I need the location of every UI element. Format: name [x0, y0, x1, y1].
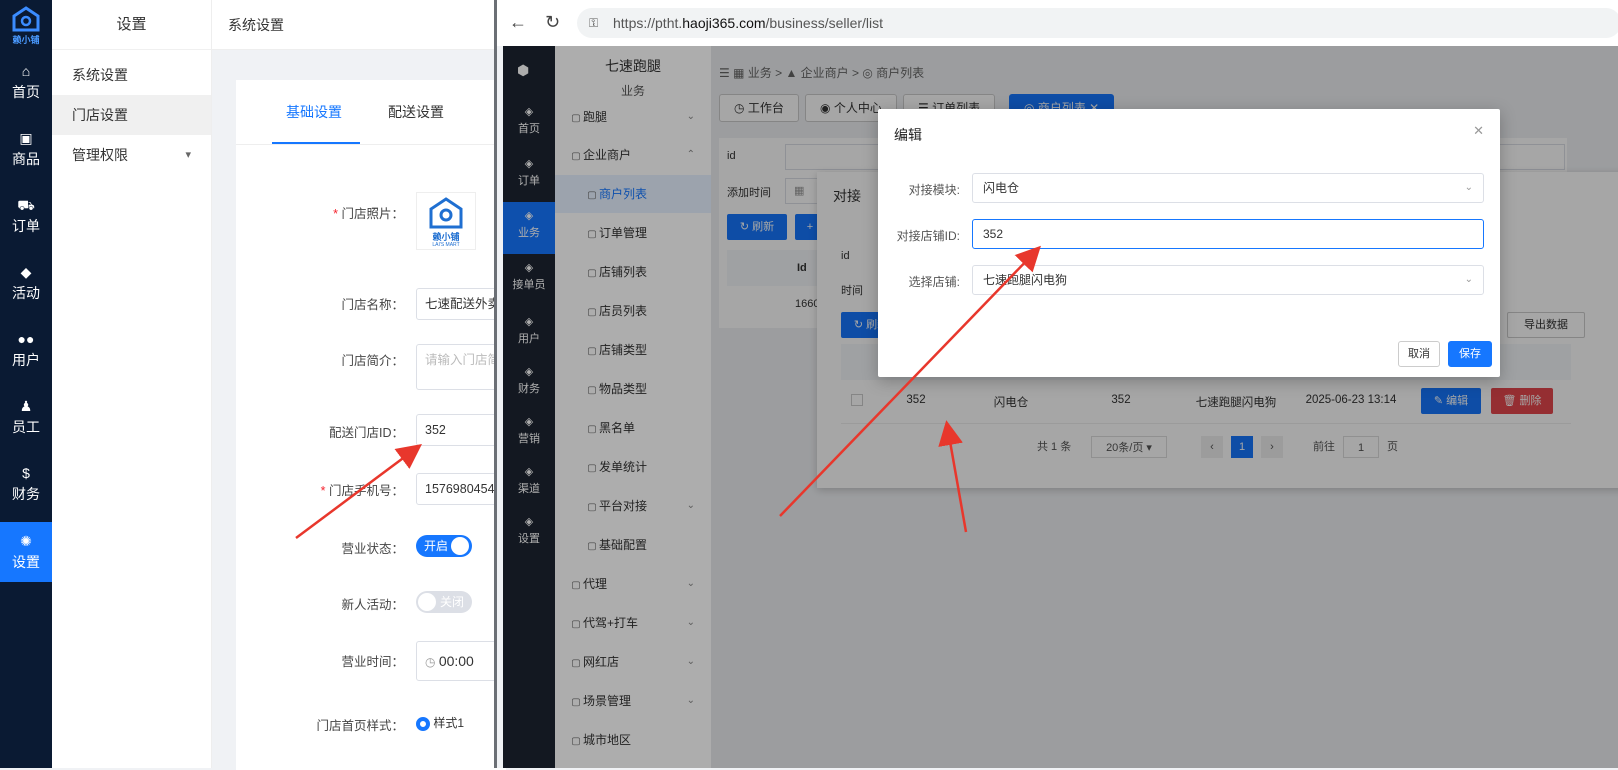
logo-icon — [429, 197, 463, 229]
store-intro-input[interactable]: 请输入门店简介 — [416, 344, 506, 390]
rail-finance[interactable]: $ 财务 — [0, 464, 52, 526]
settings-subnav: 设置 系统设置 门店设置 管理权限 ▾ — [52, 0, 212, 768]
rail-label: 员工 — [12, 419, 40, 435]
menu-overlay — [503, 46, 711, 768]
photo-logo-sub: LAI'S MART — [432, 242, 460, 248]
rail-label: 活动 — [12, 285, 40, 301]
cancel-button[interactable]: 取消 — [1398, 341, 1440, 367]
style-radio-1[interactable]: 样式1 — [416, 714, 464, 731]
store-select[interactable]: 七速跑腿闪电狗 ⌄ — [972, 265, 1484, 295]
delivery-id-label: 配送门店ID： — [328, 426, 404, 440]
brand-logo: 赖小铺 — [6, 6, 46, 46]
chevron-down-icon: ⌄ — [1464, 182, 1473, 193]
tabs: 基础设置 配送设置 — [236, 80, 506, 145]
style-label: 门店首页样式： — [316, 719, 404, 733]
home-icon: ⌂ — [21, 63, 31, 79]
toggle-knob — [418, 593, 436, 611]
save-button[interactable]: 保存 — [1448, 341, 1492, 367]
cart-icon: ⛟ — [17, 197, 35, 213]
store-phone-input[interactable]: 15769804541 — [416, 473, 506, 505]
status-label: 营业状态： — [341, 542, 404, 556]
rail-staff[interactable]: ♟ 员工 — [0, 397, 52, 459]
rail-label: 用户 — [12, 352, 40, 368]
rail-label: 设置 — [12, 554, 40, 570]
rail-label: 商品 — [12, 151, 40, 167]
newcomer-activity-toggle[interactable]: 关闭 — [416, 591, 472, 613]
url-domain: haoji365.com — [682, 15, 766, 31]
main-rail: 赖小铺 ⌂ 首页 ▣ 商品 ⛟ 订单 ◆ 活动 ●● 用户 ♟ 员工 $ 财务 ✺ 设置 — [0, 0, 52, 768]
radio-label: 样式1 — [433, 716, 465, 730]
page-title: 系统设置 — [212, 0, 502, 50]
toggle-text: 关闭 — [440, 595, 465, 609]
url-path: /business/seller/list — [765, 15, 884, 31]
store-name-input[interactable]: 七速配送外卖 — [416, 288, 506, 320]
delivery-store-id-input[interactable]: 352 — [416, 414, 506, 446]
chevron-down-icon: ⌄ — [1464, 274, 1473, 285]
rail-users[interactable]: ●● 用户 — [0, 330, 52, 392]
reload-icon[interactable]: ↻ — [545, 12, 560, 33]
photo-label: * 门店照片： — [333, 207, 404, 221]
edit-modal: 编辑 ✕ 对接模块: 闪电仓 ⌄ 对接店铺ID: 352 选择店铺: 七速跑腿闪电… — [878, 109, 1500, 377]
person-icon: ♟ — [19, 398, 33, 414]
shop-bag-icon: ▣ — [19, 130, 33, 146]
logo-icon — [12, 6, 40, 32]
subnav-item-permissions[interactable]: 管理权限 ▾ — [52, 135, 211, 175]
select-value: 七速跑腿闪电狗 — [983, 273, 1068, 287]
toggle-text: 开启 — [424, 539, 449, 553]
subnav-title: 设置 — [52, 0, 211, 50]
dollar-icon: $ — [22, 465, 30, 481]
store-id-input[interactable]: 352 — [972, 219, 1484, 249]
gear-icon: ✺ — [20, 533, 32, 549]
subnav-label: 管理权限 — [72, 147, 128, 163]
rail-label: 首页 — [12, 84, 40, 100]
back-arrow-icon[interactable]: ← — [509, 12, 527, 33]
url-host: https://ptht. — [613, 15, 683, 31]
intro-label: 门店简介： — [341, 354, 404, 368]
business-hours-input[interactable]: ◷ 00:00 — [416, 641, 506, 681]
name-label: 门店名称： — [341, 298, 404, 312]
browser-toolbar: ← ↻ ⚿ https://ptht.haoji365.com/business/… — [497, 0, 1618, 46]
modal-title: 编辑 — [894, 127, 922, 143]
subnav-label: 系统设置 — [72, 67, 128, 83]
activity-label: 新人活动： — [341, 598, 404, 612]
subnav-item-system[interactable]: 系统设置 — [52, 55, 211, 95]
tab-delivery[interactable]: 配送设置 — [388, 102, 444, 122]
module-label: 对接模块: — [908, 183, 960, 197]
rail-label: 订单 — [12, 218, 40, 234]
chevron-down-icon: ▾ — [185, 149, 191, 161]
hours-value: 00:00 — [438, 653, 474, 669]
rail-activity[interactable]: ◆ 活动 — [0, 263, 52, 325]
logo-text: 赖小铺 — [12, 35, 40, 45]
rail-label: 财务 — [12, 486, 40, 502]
rail-orders[interactable]: ⛟ 订单 — [0, 196, 52, 258]
phone-label: * 门店手机号： — [320, 484, 404, 498]
toggle-knob — [451, 537, 469, 555]
module-select[interactable]: 闪电仓 ⌄ — [972, 173, 1484, 203]
tab-basic[interactable]: 基础设置 — [286, 102, 342, 122]
close-icon[interactable]: ✕ — [1473, 123, 1484, 139]
store-label: 选择店铺: — [908, 275, 960, 289]
tab-ink-bar — [272, 142, 360, 144]
rail-goods[interactable]: ▣ 商品 — [0, 129, 52, 191]
rail-home[interactable]: ⌂ 首页 — [0, 62, 52, 124]
basket-icon: ◆ — [20, 264, 32, 280]
select-value: 闪电仓 — [983, 181, 1020, 195]
site-info-icon: ⚿ — [589, 16, 599, 30]
subnav-item-store[interactable]: 门店设置 — [52, 95, 211, 135]
store-id-label: 对接店铺ID: — [896, 229, 960, 243]
subnav-label: 门店设置 — [72, 107, 128, 123]
store-photo[interactable]: 赖小铺 LAI'S MART — [416, 192, 476, 250]
users-icon: ●● — [17, 331, 35, 347]
radio-icon — [416, 716, 430, 731]
business-status-toggle[interactable]: 开启 — [416, 535, 472, 557]
address-bar[interactable]: ⚿ https://ptht.haoji365.com/business/sell… — [577, 8, 1618, 38]
hours-label: 营业时间： — [341, 655, 404, 669]
clock-icon: ◷ — [425, 655, 439, 669]
photo-logo-text: 赖小铺 — [432, 232, 460, 242]
rail-settings[interactable]: ✺ 设置 — [0, 522, 52, 582]
